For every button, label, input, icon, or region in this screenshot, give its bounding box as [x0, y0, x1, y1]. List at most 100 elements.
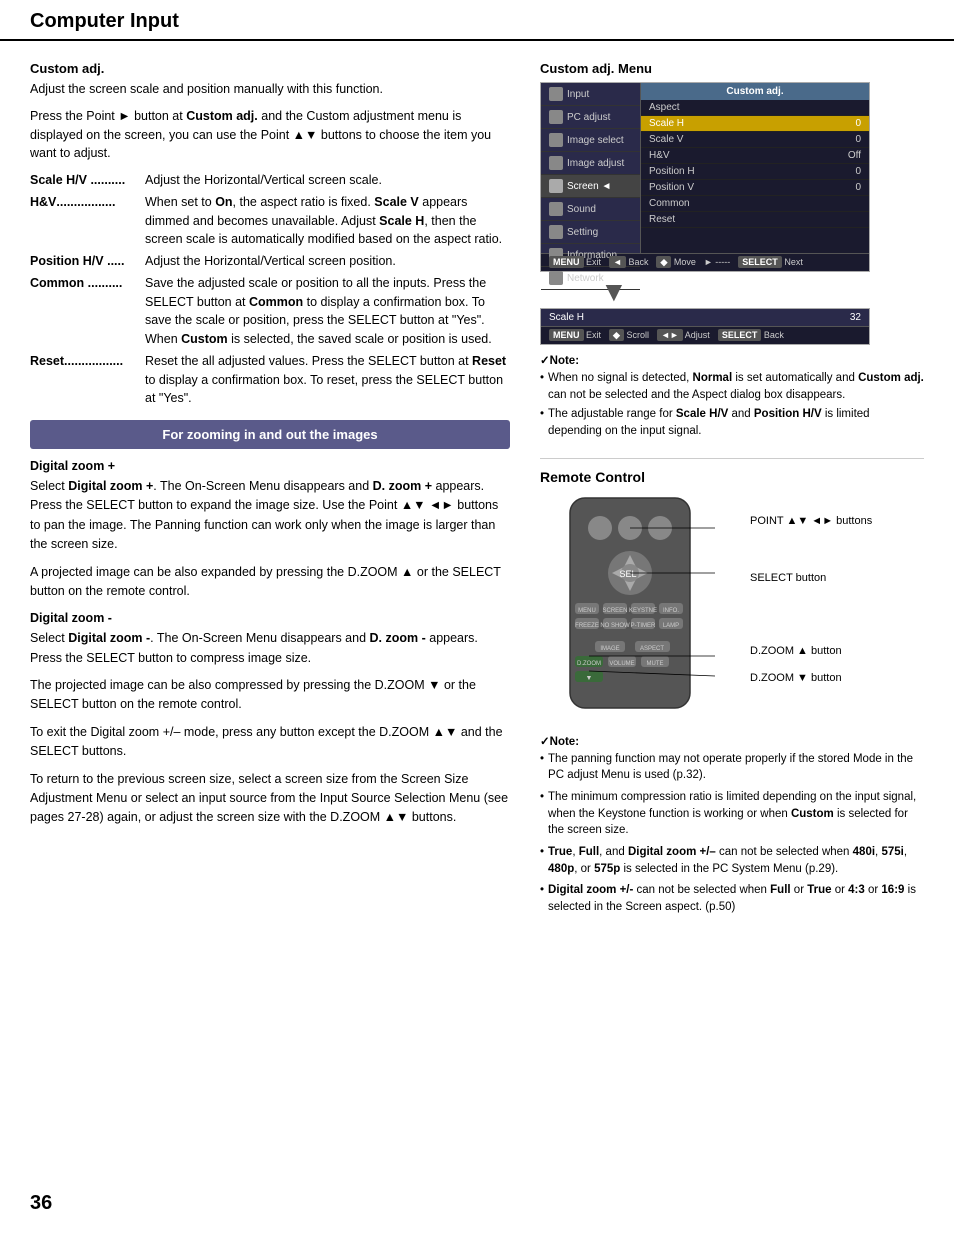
svg-text:P-TIMER: P-TIMER — [631, 623, 656, 629]
svg-text:NO SHOW: NO SHOW — [600, 623, 630, 629]
remote-control-image: SEL MENU SCREEN KEYSTNE INFO. — [540, 493, 740, 726]
menu-item-pcadjust: PC adjust — [541, 106, 640, 129]
custom-adj-menu-title: Custom adj. Menu — [540, 61, 924, 76]
menu-sidebar: Input PC adjust Image select Image — [541, 83, 869, 253]
svg-text:SEL: SEL — [619, 569, 636, 579]
exit-note: To exit the Digital zoom +/– mode, press… — [30, 723, 510, 762]
page-title: Computer Input — [30, 10, 179, 33]
menu-item-imageadjust: Image adjust — [541, 152, 640, 175]
menu-right-positionh: Position H0 — [641, 164, 869, 180]
menu-right-panel: Custom adj. Aspect Scale H0 Scale V0 H&V… — [641, 83, 869, 253]
sound-icon — [549, 202, 563, 216]
scale-bar-footer: MENU Exit ◆ Scroll ◄► Adjust SELECT Back — [541, 327, 869, 344]
menu-right-hv: H&VOff — [641, 148, 869, 164]
svg-text:MENU: MENU — [578, 608, 596, 614]
return-note: To return to the previous screen size, s… — [30, 770, 510, 828]
svg-text:▼: ▼ — [586, 675, 593, 682]
right-column: Custom adj. Menu Input PC adjust — [540, 61, 924, 921]
pcadjust-icon — [549, 110, 563, 124]
scale-bar-value: 32 — [850, 312, 861, 323]
menu-item-setting: Setting — [541, 221, 640, 244]
custom-adj-menu-image: Input PC adjust Image select Image — [540, 82, 870, 272]
adj-row-hv: H&V................. When set to On, the… — [30, 193, 510, 249]
svg-text:MUTE: MUTE — [647, 661, 664, 667]
menu-left-panel: Input PC adjust Image select Image — [541, 83, 641, 253]
adj-val-common: Save the adjusted scale or position to a… — [145, 274, 510, 349]
menu-right-reset: Reset — [641, 212, 869, 228]
network-icon — [549, 271, 563, 285]
scale-bar: Scale H 32 MENU Exit ◆ Scroll ◄► Adjust … — [540, 308, 870, 345]
remote-label-select: SELECT button — [750, 570, 872, 588]
adj-key-common: Common .......... — [30, 274, 145, 349]
scale-bar-label: Scale H — [549, 312, 584, 323]
adj-key-reset: Reset................. — [30, 352, 145, 408]
screen-icon — [549, 179, 563, 193]
adj-row-common: Common .......... Save the adjusted scal… — [30, 274, 510, 349]
svg-text:VOLUME: VOLUME — [609, 661, 634, 667]
adj-val-scalehv: Adjust the Horizontal/Vertical screen sc… — [145, 171, 510, 190]
remote-note-3: • True, Full, and Digital zoom +/– can n… — [540, 844, 924, 877]
remote-note-section: ✓Note: • The panning function may not op… — [540, 734, 924, 916]
remote-note-1: • The panning function may not operate p… — [540, 751, 924, 784]
note-title: ✓Note: — [540, 353, 924, 367]
svg-text:FREEZE: FREEZE — [575, 623, 599, 629]
page-number: 36 — [30, 1192, 52, 1215]
digital-zoom-minus-body1: Select Digital zoom -. The On-Screen Men… — [30, 629, 510, 668]
input-icon — [549, 87, 563, 101]
adj-row-reset: Reset................. Reset the all adj… — [30, 352, 510, 408]
adj-val-reset: Reset the all adjusted values. Press the… — [145, 352, 510, 408]
custom-adj-title: Custom adj. — [30, 61, 510, 76]
menu-item-input: Input — [541, 83, 640, 106]
setting-icon — [549, 225, 563, 239]
svg-text:SCREEN: SCREEN — [602, 608, 627, 614]
remote-control-container: SEL MENU SCREEN KEYSTNE INFO. — [540, 493, 924, 726]
imageselect-icon — [549, 133, 563, 147]
svg-text:ASPECT: ASPECT — [640, 646, 664, 652]
remote-note-2: • The minimum compression ratio is limit… — [540, 789, 924, 839]
menu-item-imageselect: Image select — [541, 129, 640, 152]
remote-label-dzoom-up: D.ZOOM ▲ button — [750, 643, 872, 661]
svg-text:IMAGE: IMAGE — [600, 646, 619, 652]
digital-zoom-minus-title: Digital zoom - — [30, 611, 510, 625]
note-section-custom: ✓Note: • When no signal is detected, Nor… — [540, 353, 924, 440]
page-header: Computer Input — [0, 0, 954, 41]
imageadjust-icon — [549, 156, 563, 170]
custom-adj-body2: Press the Point ► button at Custom adj. … — [30, 107, 510, 163]
remote-labels: POINT ▲▼ ◄► buttons SELECT button D.ZOOM… — [750, 493, 872, 688]
adj-row-positionhv: Position H/V ..... Adjust the Horizontal… — [30, 252, 510, 271]
remote-note-4: • Digital zoom +/- can not be selected w… — [540, 882, 924, 915]
left-column: Custom adj. Adjust the screen scale and … — [30, 61, 510, 921]
menu-right-positionv: Position V0 — [641, 180, 869, 196]
svg-text:KEYSTNE: KEYSTNE — [629, 608, 657, 614]
menu-right-common: Common — [641, 196, 869, 212]
digital-zoom-plus-body2: A projected image can be also expanded b… — [30, 563, 510, 602]
adj-key-scalehv: Scale H/V .......... — [30, 171, 145, 190]
adj-val-positionhv: Adjust the Horizontal/Vertical screen po… — [145, 252, 510, 271]
digital-zoom-plus-body1: Select Digital zoom +. The On-Screen Men… — [30, 477, 510, 555]
menu-item-sound: Sound — [541, 198, 640, 221]
menu-right-header: Custom adj. — [641, 83, 869, 100]
adj-table: Scale H/V .......... Adjust the Horizont… — [30, 171, 510, 408]
svg-text:INFO.: INFO. — [663, 608, 679, 614]
page-content: Custom adj. Adjust the screen scale and … — [0, 41, 954, 931]
scale-bar-header: Scale H 32 — [541, 309, 869, 327]
note-item-1: • When no signal is detected, Normal is … — [540, 370, 924, 403]
adj-val-hv: When set to On, the aspect ratio is fixe… — [145, 193, 510, 249]
remote-control-title: Remote Control — [540, 458, 924, 485]
zoom-banner: For zooming in and out the images — [30, 420, 510, 449]
remote-note-title: ✓Note: — [540, 734, 924, 748]
custom-adj-body1: Adjust the screen scale and position man… — [30, 80, 510, 99]
remote-label-point: POINT ▲▼ ◄► buttons — [750, 513, 872, 531]
remote-label-dzoom-down: D.ZOOM ▼ button — [750, 670, 872, 688]
svg-text:LAMP: LAMP — [663, 623, 679, 629]
digital-zoom-minus-body2: The projected image can be also compress… — [30, 676, 510, 715]
menu-item-screen: Screen ◄ — [541, 175, 640, 198]
digital-zoom-plus-title: Digital zoom + — [30, 459, 510, 473]
menu-right-aspect: Aspect — [641, 100, 869, 116]
svg-text:D.ZOOM: D.ZOOM — [577, 661, 601, 667]
menu-right-scalev: Scale V0 — [641, 132, 869, 148]
menu-right-scaleh: Scale H0 — [641, 116, 869, 132]
adj-key-positionhv: Position H/V ..... — [30, 252, 145, 271]
adj-key-hv: H&V................. — [30, 193, 145, 249]
note-item-2: • The adjustable range for Scale H/V and… — [540, 406, 924, 439]
